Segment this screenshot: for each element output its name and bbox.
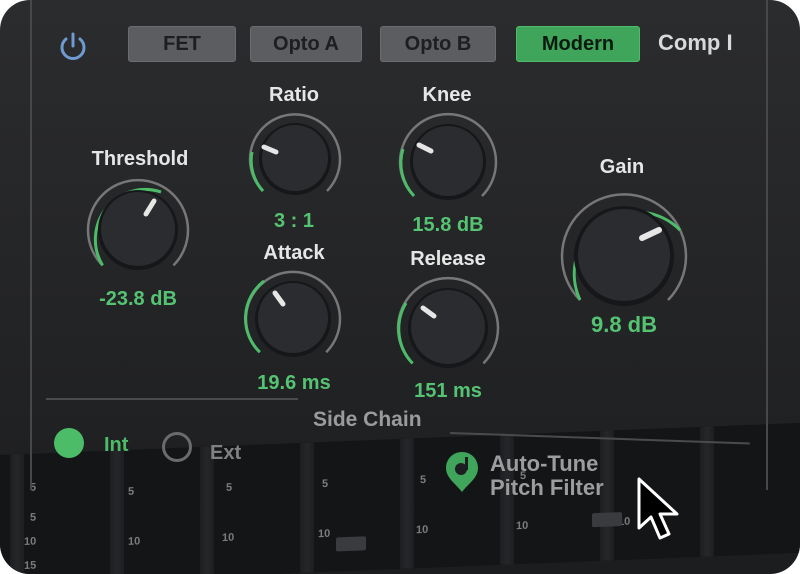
gain-value: 9.8 dB <box>590 312 658 337</box>
mixer-scale-label: 10 <box>318 527 331 541</box>
gain-label: Gain <box>599 156 645 178</box>
release-label: Release <box>410 248 486 270</box>
sidechain-ext-option[interactable]: Ext <box>162 432 262 466</box>
attack-value: 19.6 ms <box>257 372 331 394</box>
ratio-knob[interactable] <box>248 113 342 209</box>
power-button[interactable] <box>56 30 90 64</box>
power-icon <box>60 32 86 60</box>
release-value: 151 ms <box>414 380 482 402</box>
knee-value: 15.8 dB <box>412 214 484 236</box>
mode-tab-fet[interactable]: FET <box>128 26 236 62</box>
mixer-scale-label: 10 <box>222 531 235 545</box>
ratio-label: Ratio <box>269 84 319 106</box>
threshold-value: -23.8 dB <box>99 288 177 310</box>
mixer-channel <box>10 454 24 574</box>
sidechain-divider <box>46 398 298 400</box>
threshold-label: Threshold <box>91 148 189 170</box>
autotune-line1: Auto-Tune <box>490 451 599 476</box>
mode-tab-modern[interactable]: Modern <box>516 26 640 62</box>
autotune-line2: Pitch Filter <box>490 475 604 500</box>
mixer-scale-label: 5 <box>30 511 37 524</box>
release-knob[interactable] <box>396 276 500 383</box>
int-label: Int <box>104 434 129 456</box>
compressor-plugin-window: 5 5 10 15 5 10 5 10 5 10 5 10 5 10 10 FE… <box>0 0 800 574</box>
mixer-scale-label: 10 <box>128 535 141 548</box>
ext-radio[interactable] <box>162 432 192 462</box>
mouse-cursor-icon <box>637 477 679 540</box>
mixer-scale-label: 10 <box>24 535 37 549</box>
attack-knob[interactable] <box>243 270 342 371</box>
threshold-knob[interactable] <box>86 178 190 285</box>
mixer-fader[interactable] <box>336 536 366 552</box>
gain-knob[interactable] <box>560 193 688 323</box>
mixer-scale-label: 15 <box>24 559 37 573</box>
attack-label: Attack <box>263 242 325 264</box>
knee-label: Knee <box>422 84 472 106</box>
plugin-title: Comp I <box>658 30 733 55</box>
int-radio[interactable] <box>54 428 84 458</box>
knee-knob[interactable] <box>398 112 498 215</box>
mixer-fader[interactable] <box>592 512 622 528</box>
ratio-value: 3 : 1 <box>273 210 315 232</box>
sidechain-title: Side Chain <box>313 408 422 431</box>
ext-label: Ext <box>210 442 242 464</box>
mode-tab-opto-a[interactable]: Opto A <box>250 26 362 62</box>
mode-tab-opto-b[interactable]: Opto B <box>380 26 496 62</box>
autotune-logo-icon <box>446 452 478 492</box>
mixer-scale-label: 10 <box>516 519 529 533</box>
autotune-label: Auto-Tune Pitch Filter <box>490 452 604 500</box>
sidechain-int-option[interactable]: Int <box>54 426 144 460</box>
mixer-scale-label: 10 <box>416 523 429 537</box>
